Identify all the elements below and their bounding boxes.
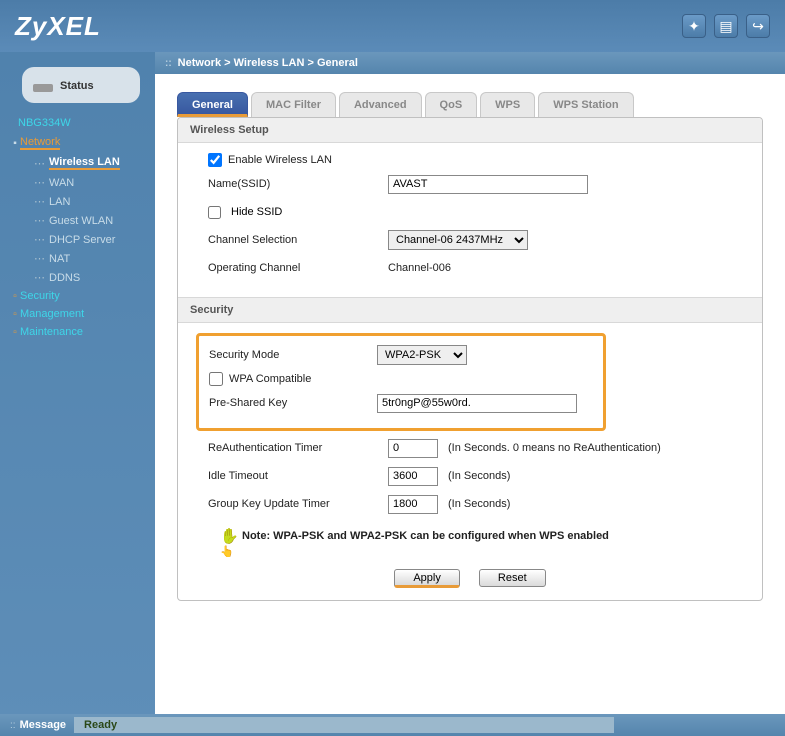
sidebar-item-lan[interactable]: ⋯LAN <box>22 192 155 211</box>
sidebar: Status NBG334W ▪ Network ⋯Wireless LAN ⋯… <box>0 52 155 736</box>
logout-icon[interactable]: ↪ <box>746 14 770 38</box>
channel-selection-label: Channel Selection <box>208 234 388 246</box>
breadcrumb: :: Network > Wireless LAN > General <box>155 52 785 74</box>
app-header: ZyXEL ✦ ▤ ↪ <box>0 0 785 52</box>
operating-channel-value: Channel-006 <box>388 262 451 274</box>
sidebar-item-ddns[interactable]: ⋯DDNS <box>22 268 155 287</box>
gkey-input[interactable] <box>388 495 438 514</box>
hide-ssid-label: Hide SSID <box>231 206 282 218</box>
expand-icon: ▫ <box>10 309 20 320</box>
sidebar-item-label: NAT <box>49 253 70 265</box>
reauth-hint: (In Seconds. 0 means no ReAuthentication… <box>448 442 661 454</box>
gkey-hint: (In Seconds) <box>448 498 510 510</box>
status-label: Status <box>60 80 94 92</box>
idle-hint: (In Seconds) <box>448 470 510 482</box>
sidebar-item-label: DHCP Server <box>49 234 115 246</box>
router-icon <box>32 80 54 92</box>
sidebar-item-wireless-lan[interactable]: ⋯Wireless LAN <box>22 153 155 173</box>
reset-button[interactable]: Reset <box>479 569 546 587</box>
sidebar-item-label: Network <box>20 136 60 148</box>
enable-wlan-label: Enable Wireless LAN <box>228 154 332 166</box>
status-block[interactable]: Status <box>22 67 140 103</box>
tab-wps-station[interactable]: WPS Station <box>538 92 633 117</box>
device-name: NBG334W <box>0 113 155 133</box>
reauth-input[interactable] <box>388 439 438 458</box>
sidebar-item-maintenance[interactable]: ▫Maintenance <box>0 323 155 341</box>
note-icon: 👆 <box>220 527 236 545</box>
settings-panel: Wireless Setup Enable Wireless LAN Name(… <box>177 117 763 601</box>
ssid-label: Name(SSID) <box>208 178 388 190</box>
tab-mac-filter[interactable]: MAC Filter <box>251 92 336 117</box>
psk-input[interactable] <box>377 394 577 413</box>
section-title-wireless: Wireless Setup <box>178 118 762 143</box>
tab-advanced[interactable]: Advanced <box>339 92 422 117</box>
wpa-compatible-checkbox[interactable] <box>209 372 223 386</box>
sidebar-item-nat[interactable]: ⋯NAT <box>22 249 155 268</box>
sidebar-item-dhcp-server[interactable]: ⋯DHCP Server <box>22 230 155 249</box>
footer-message-label: Message <box>20 719 66 731</box>
expand-icon: ▫ <box>10 327 20 338</box>
sidebar-item-label: WAN <box>49 177 74 189</box>
tab-wps[interactable]: WPS <box>480 92 535 117</box>
security-mode-label: Security Mode <box>209 349 377 361</box>
ssid-input[interactable] <box>388 175 588 194</box>
doc-icon[interactable]: ▤ <box>714 14 738 38</box>
tabs: General MAC Filter Advanced QoS WPS WPS … <box>177 92 763 117</box>
apply-button[interactable]: Apply <box>394 569 460 588</box>
sidebar-item-label: Wireless LAN <box>49 156 120 168</box>
sidebar-item-label: Guest WLAN <box>49 215 113 227</box>
main-content: :: Network > Wireless LAN > General Gene… <box>155 52 785 736</box>
breadcrumb-text: Network > Wireless LAN > General <box>178 57 358 69</box>
psk-label: Pre-Shared Key <box>209 397 377 409</box>
security-mode-select[interactable]: WPA2-PSK <box>377 345 467 365</box>
wpa-compatible-label: WPA Compatible <box>229 373 311 385</box>
section-title-security: Security <box>178 297 762 323</box>
security-highlight-box: Security Mode WPA2-PSK WPA Compatible Pr… <box>196 333 606 431</box>
reauth-label: ReAuthentication Timer <box>208 442 388 454</box>
hide-ssid-checkbox[interactable] <box>208 206 221 219</box>
footer-bar: :: Message Ready <box>0 714 785 736</box>
gkey-label: Group Key Update Timer <box>208 498 388 510</box>
sidebar-item-guest-wlan[interactable]: ⋯Guest WLAN <box>22 211 155 230</box>
sidebar-item-network[interactable]: ▪ Network <box>0 133 155 153</box>
idle-input[interactable] <box>388 467 438 486</box>
collapse-icon: ▪ <box>10 138 20 149</box>
note-text: Note: WPA-PSK and WPA2-PSK can be config… <box>242 530 609 542</box>
expand-icon: ▫ <box>10 291 20 302</box>
sidebar-item-label: Security <box>20 290 60 302</box>
sidebar-item-label: DDNS <box>49 272 80 284</box>
idle-label: Idle Timeout <box>208 470 388 482</box>
sidebar-item-label: LAN <box>49 196 70 208</box>
sidebar-item-management[interactable]: ▫Management <box>0 305 155 323</box>
tab-general[interactable]: General <box>177 92 248 117</box>
sidebar-item-security[interactable]: ▫Security <box>0 287 155 305</box>
sidebar-item-wan[interactable]: ⋯WAN <box>22 173 155 192</box>
operating-channel-label: Operating Channel <box>208 262 388 274</box>
logo: ZyXEL <box>15 11 101 42</box>
sidebar-item-label: Management <box>20 308 84 320</box>
wizard-icon[interactable]: ✦ <box>682 14 706 38</box>
sidebar-item-label: Maintenance <box>20 326 83 338</box>
header-icons: ✦ ▤ ↪ <box>682 14 770 38</box>
footer-message-text: Ready <box>74 717 614 733</box>
channel-selection-select[interactable]: Channel-06 2437MHz <box>388 230 528 250</box>
enable-wlan-checkbox[interactable] <box>208 153 222 167</box>
tab-qos[interactable]: QoS <box>425 92 478 117</box>
